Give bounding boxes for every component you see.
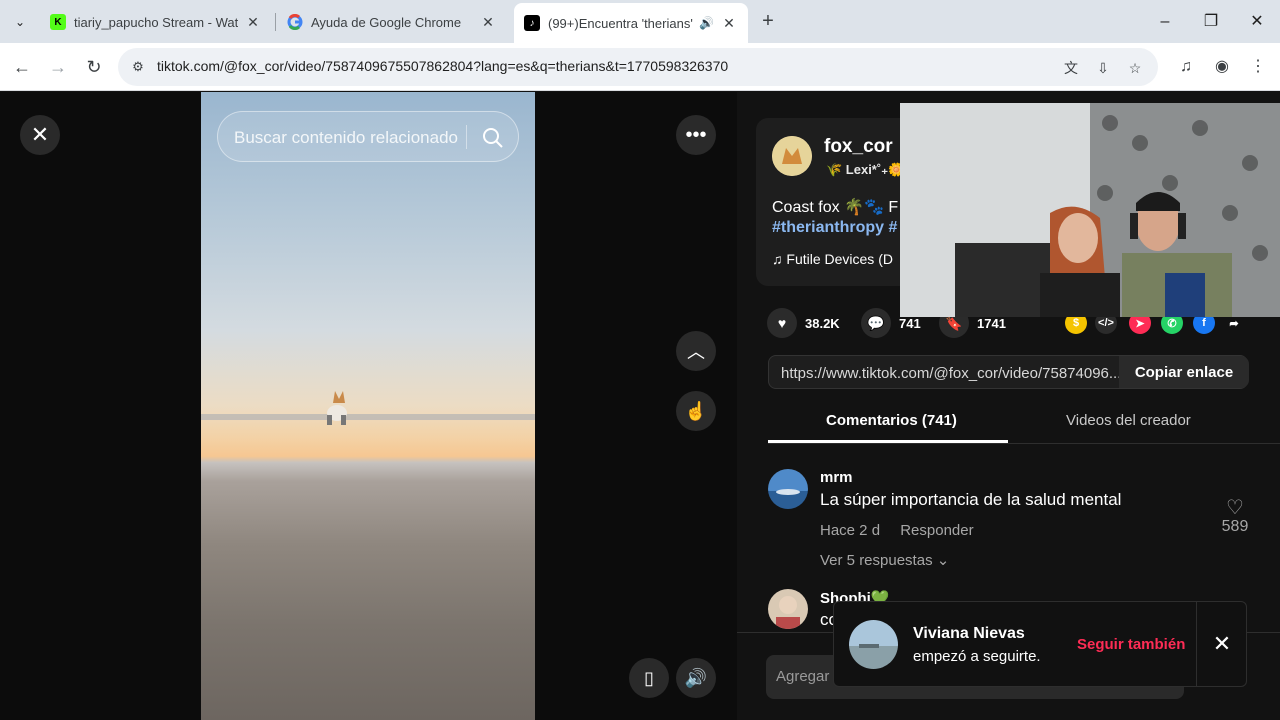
install-app-icon[interactable]: ⇩: [1092, 57, 1114, 79]
close-icon: ✕: [1212, 631, 1232, 656]
minimize-button[interactable]: –: [1142, 8, 1188, 36]
tab-separator: [275, 13, 276, 31]
speaker-icon[interactable]: 🔊: [699, 16, 714, 30]
restore-button[interactable]: ❐: [1188, 8, 1234, 36]
tab-title: Ayuda de Google Chrome: [311, 14, 462, 30]
next-video-button[interactable]: ☝: [676, 391, 716, 431]
hand-cursor-icon: ☝: [684, 400, 708, 421]
media-control-icon[interactable]: ♫: [1174, 55, 1198, 79]
webcam-image: [900, 103, 1280, 317]
author-nickname: 🌾 Lexi*˚₊🌼: [826, 162, 905, 177]
tab-chrome-help[interactable]: Ayuda de Google Chrome ✕: [277, 6, 507, 38]
tab-title: tiariy_papucho Stream - Watch: [74, 14, 238, 30]
view-replies-button[interactable]: Ver 5 respuestas ⌄: [820, 551, 949, 569]
video-player-area: ✕ Buscar contenido relacionado ••• ︿ ☝ ▯…: [0, 92, 737, 720]
panel-tabs: Comentarios (741) Videos del creador: [768, 402, 1280, 444]
heart-outline-icon: ♡: [1226, 497, 1244, 519]
fox-figure: [327, 391, 347, 425]
follow-notification: Viviana Nievas empezó a seguirte. Seguir…: [833, 601, 1247, 687]
tab-creator-videos[interactable]: Videos del creador: [1066, 412, 1191, 429]
comment-like-count: 589: [1221, 518, 1249, 535]
site-info-icon[interactable]: ⚙: [128, 57, 148, 77]
phone-icon: ▯: [644, 667, 654, 688]
video-search-bar[interactable]: Buscar contenido relacionado: [217, 111, 519, 162]
follower-avatar[interactable]: [849, 620, 898, 669]
volume-button[interactable]: 🔊: [676, 658, 716, 698]
heart-icon: ♥: [767, 308, 797, 338]
active-tab-underline: [768, 440, 1008, 443]
close-toast-button[interactable]: ✕: [1208, 630, 1236, 658]
comment-bubble-icon: 💬: [861, 308, 891, 338]
comment-like-button[interactable]: ♡ 589: [1218, 495, 1252, 536]
author-avatar[interactable]: [772, 136, 812, 176]
reply-button[interactable]: Responder: [900, 522, 973, 539]
commenter-avatar[interactable]: [768, 469, 808, 509]
search-icon[interactable]: [480, 125, 506, 151]
close-video-button[interactable]: ✕: [20, 115, 60, 155]
bookmark-star-icon[interactable]: ☆: [1124, 57, 1146, 79]
volume-icon: 🔊: [684, 667, 708, 688]
tiktok-logo-icon: ♪: [524, 15, 540, 31]
more-options-button[interactable]: •••: [676, 115, 716, 155]
music-link[interactable]: ♫ Futile Devices (D: [772, 251, 893, 267]
address-bar[interactable]: ⚙ tiktok.com/@fox_cor/video/758740967550…: [118, 48, 1158, 86]
search-placeholder: Buscar contenido relacionado: [234, 128, 458, 147]
translate-icon[interactable]: 文: [1060, 57, 1082, 79]
comment-time: Hace 2 d: [820, 522, 881, 539]
toast-divider: [1196, 602, 1197, 686]
commenter-username[interactable]: mrm: [820, 469, 853, 486]
back-arrow-icon[interactable]: ←: [10, 55, 34, 79]
tab-title: (99+)Encuentra 'therians' en: [548, 15, 696, 31]
follower-name[interactable]: Viviana Nievas: [913, 625, 1025, 643]
forward-arrow-icon[interactable]: →: [46, 55, 70, 79]
url-text[interactable]: tiktok.com/@fox_cor/video/75874096755078…: [157, 58, 728, 74]
comment-meta: Hace 2 d Responder: [820, 522, 974, 539]
tab-close-icon[interactable]: ✕: [479, 14, 497, 31]
video-description: Coast fox 🌴🐾 F: [772, 199, 899, 216]
video-frame[interactable]: Buscar contenido relacionado: [201, 92, 535, 720]
save-count: 1741: [977, 315, 1006, 331]
floating-player-button[interactable]: ▯: [629, 658, 669, 698]
copy-link-button[interactable]: Copiar enlace: [1119, 356, 1249, 388]
comment-input-placeholder: Agregar: [776, 668, 830, 685]
author-username[interactable]: fox_cor: [824, 136, 893, 158]
tab-comments[interactable]: Comentarios (741): [826, 412, 957, 429]
google-g-icon: [287, 14, 303, 30]
search-divider: [466, 125, 467, 149]
commenter-avatar[interactable]: [768, 589, 808, 629]
close-window-button[interactable]: ✕: [1234, 8, 1280, 36]
browser-tab-strip: ⌄ K tiariy_papucho Stream - Watch ✕ Ayud…: [0, 0, 1280, 43]
horizon-line: [201, 414, 535, 420]
more-dots-icon: •••: [685, 123, 707, 146]
tab-close-icon[interactable]: ✕: [244, 14, 262, 31]
tab-tiktok-active[interactable]: ♪ (99+)Encuentra 'therians' en 🔊 ✕: [514, 3, 748, 43]
kick-logo-icon: K: [50, 14, 66, 30]
follow-message: empezó a seguirte.: [913, 648, 1041, 665]
chevron-up-icon: ︿: [687, 342, 705, 362]
tab-kick-stream[interactable]: K tiariy_papucho Stream - Watch ✕: [40, 6, 272, 38]
menu-dots-icon[interactable]: ⋮: [1246, 55, 1270, 79]
comment-item: mrm La súper importancia de la salud men…: [768, 469, 1248, 579]
browser-toolbar: ← → ↻ ⚙ tiktok.com/@fox_cor/video/758740…: [0, 43, 1280, 91]
comment-count: 741: [899, 315, 921, 331]
tab-close-icon[interactable]: ✕: [720, 15, 738, 32]
webcam-overlay: [900, 103, 1280, 317]
close-icon: ✕: [30, 122, 50, 147]
video-hashtags[interactable]: #therianthropy #: [772, 219, 897, 237]
comment-text: La súper importancia de la salud mental: [820, 490, 1122, 509]
new-tab-button[interactable]: +: [758, 10, 778, 32]
share-link-text[interactable]: https://www.tiktok.com/@fox_cor/video/75…: [781, 365, 1121, 382]
share-link-box: https://www.tiktok.com/@fox_cor/video/75…: [768, 355, 1249, 389]
previous-video-button[interactable]: ︿: [676, 331, 716, 371]
tab-search-chevron-icon[interactable]: ⌄: [7, 9, 33, 35]
profile-icon[interactable]: ◉: [1210, 55, 1234, 79]
follow-back-button[interactable]: Seguir también: [1077, 636, 1185, 653]
reload-icon[interactable]: ↻: [82, 55, 106, 79]
like-count: 38.2K: [805, 315, 840, 331]
like-button[interactable]: ♥ 38.2K: [767, 308, 840, 338]
